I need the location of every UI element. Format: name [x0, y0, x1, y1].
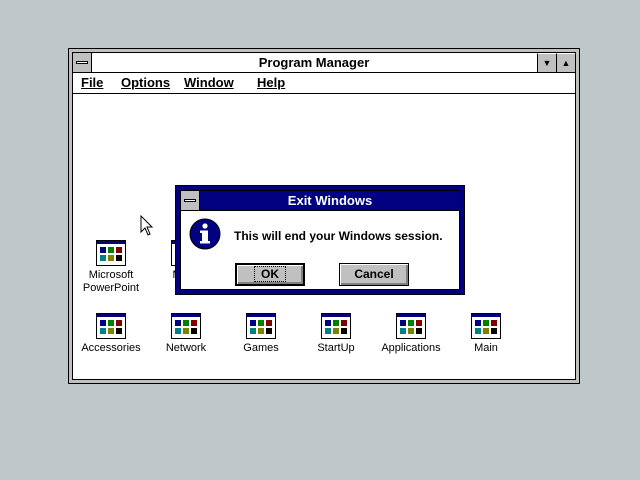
group-label: Microsoft PowerPoint: [82, 269, 140, 294]
group-label: Games: [243, 342, 279, 354]
dialog-title-bar[interactable]: Exit Windows: [181, 191, 459, 211]
group-window-icon: [396, 313, 426, 339]
group-window-icon: [171, 313, 201, 339]
group-window-icon: [246, 313, 276, 339]
menu-bar: File Options Window Help: [73, 73, 575, 94]
group-window-icon: [471, 313, 501, 339]
exit-windows-dialog: Exit Windows This will end your Windows …: [175, 185, 465, 295]
group-label: Applications: [381, 342, 441, 354]
dialog-control-menu-button[interactable]: [181, 191, 200, 210]
menu-help[interactable]: Help: [257, 75, 285, 90]
control-menu-icon: [184, 199, 196, 202]
ok-button[interactable]: OK: [235, 263, 305, 286]
window-title: Program Manager: [258, 55, 370, 70]
program-group-icon[interactable]: Applications: [371, 313, 451, 355]
title-bar[interactable]: Program Manager ▼ ▲: [73, 53, 575, 73]
group-label: StartUp: [317, 342, 355, 354]
minimize-button[interactable]: ▼: [537, 53, 556, 72]
group-label: Main: [474, 342, 498, 354]
group-window-icon: [96, 313, 126, 339]
group-label: Accessories: [81, 342, 141, 354]
group-window-icon: [96, 240, 126, 266]
program-group-icon[interactable]: Microsoft PowerPoint: [71, 240, 151, 295]
menu-options[interactable]: Options: [121, 75, 170, 90]
program-group-icon[interactable]: StartUp: [296, 313, 376, 355]
program-group-icon[interactable]: Games: [221, 313, 301, 355]
menu-file[interactable]: File: [81, 75, 103, 90]
dialog-message: This will end your Windows session.: [234, 229, 443, 243]
maximize-button[interactable]: ▲: [556, 53, 575, 72]
program-group-icon[interactable]: Accessories: [71, 313, 151, 355]
group-label: Network: [165, 342, 207, 354]
dialog-body: Exit Windows This will end your Windows …: [180, 190, 460, 290]
control-menu-icon: [76, 61, 88, 64]
cancel-button[interactable]: Cancel: [339, 263, 409, 286]
mouse-cursor-icon: [140, 215, 154, 236]
control-menu-button[interactable]: [73, 53, 92, 72]
menu-window[interactable]: Window: [184, 75, 234, 90]
program-group-icon[interactable]: Main: [446, 313, 526, 355]
ok-button-label: OK: [254, 266, 286, 282]
dialog-title: Exit Windows: [287, 193, 373, 208]
group-window-icon: [321, 313, 351, 339]
program-group-icon[interactable]: Network: [146, 313, 226, 355]
info-icon: [189, 218, 221, 250]
